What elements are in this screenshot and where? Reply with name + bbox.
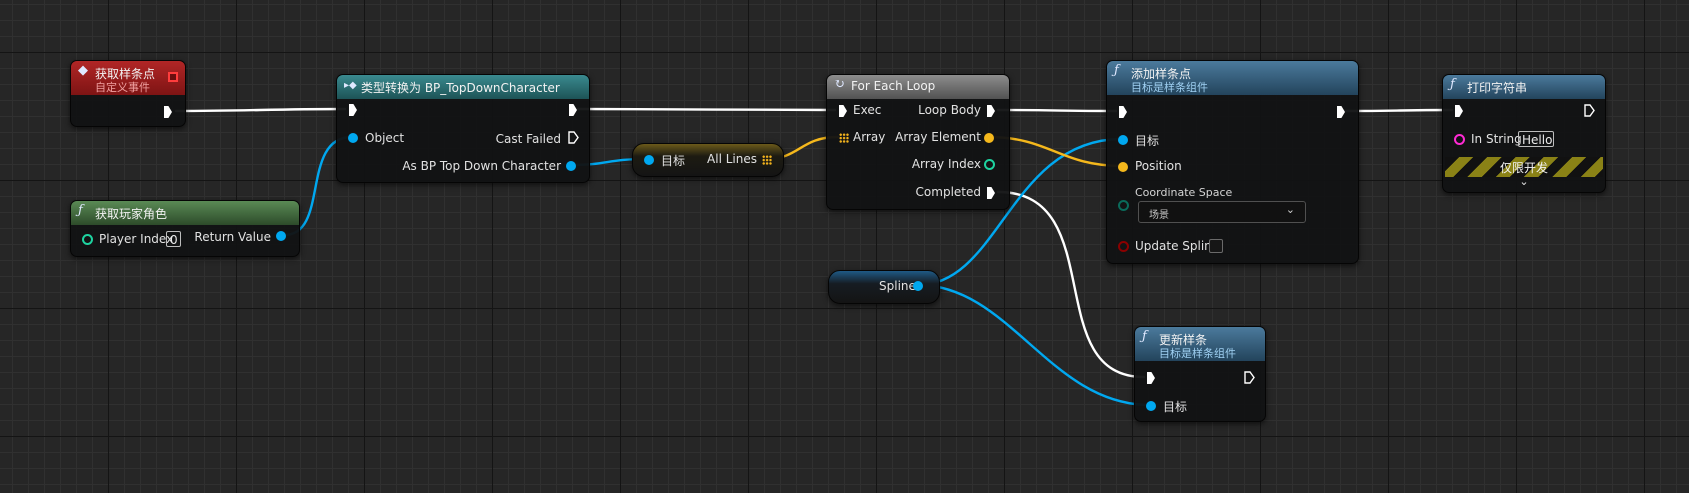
delegate-pin[interactable] [168, 72, 178, 82]
function-icon: ƒ [1114, 63, 1119, 78]
pin-label: Return Value [194, 230, 271, 244]
pin-label: Position [1135, 159, 1182, 173]
loop-body-pin[interactable] [987, 105, 995, 117]
return-value-pin[interactable] [276, 231, 286, 241]
cast-failed-pin[interactable] [568, 131, 579, 144]
player-index-pin[interactable] [82, 234, 93, 245]
exec-in-pin[interactable] [1119, 106, 1127, 118]
for-each-loop-node[interactable]: ↻ For Each Loop Exec Loop Body Array Arr… [826, 74, 1010, 210]
all-lines-getter-node[interactable]: 目标 All Lines [632, 143, 784, 177]
update-spline-pin[interactable] [1118, 241, 1129, 252]
development-only-banner: 仅限开发 [1445, 157, 1603, 177]
print-string-node[interactable]: ƒ 打印字符串 In String Hello 仅限开发 ⌄ [1442, 74, 1606, 193]
get-player-character-node[interactable]: ƒ 获取玩家角色 Player Index 0 Return Value [70, 200, 300, 257]
in-string-input[interactable]: Hello [1518, 131, 1554, 147]
exec-wire [996, 108, 1118, 113]
development-only-label: 仅限开发 [1499, 161, 1548, 175]
node-subtitle: 目标是样条组件 [1131, 81, 1208, 94]
node-subtitle: 目标是样条组件 [1159, 347, 1236, 360]
pin-label: In String [1471, 132, 1522, 146]
completed-pin[interactable] [987, 187, 995, 199]
node-subtitle: 自定义事件 [95, 81, 150, 94]
cast-icon: ▸◆ [344, 80, 357, 91]
exec-out-pin[interactable] [1244, 371, 1255, 384]
node-header[interactable]: ƒ 获取玩家角色 [71, 201, 299, 225]
in-string-pin[interactable] [1454, 134, 1465, 145]
pin-label: Update Spline [1135, 239, 1220, 253]
node-title: 类型转换为 BP_TopDownCharacter [361, 81, 560, 95]
exec-wire [576, 107, 837, 112]
target-in-pin[interactable] [644, 155, 654, 165]
event-icon: ◆ [78, 63, 88, 78]
add-spline-point-node[interactable]: ƒ 添加样条点 目标是样条组件 目标 Position Coordinate S… [1106, 60, 1359, 264]
spline-variable-node[interactable]: Spline [828, 270, 940, 304]
node-header[interactable]: ↻ For Each Loop [827, 75, 1009, 99]
exec-wire [1343, 108, 1454, 113]
spline-out-pin[interactable] [913, 281, 923, 291]
pin-label: Array Element [895, 130, 981, 144]
node-header[interactable]: ƒ 打印字符串 [1443, 75, 1605, 99]
array-out-pin[interactable] [762, 155, 772, 165]
node-title: 获取玩家角色 [95, 207, 168, 221]
node-header[interactable]: ƒ 更新样条 目标是样条组件 [1135, 327, 1265, 361]
pin-label: 目标 [661, 154, 686, 168]
pin-label: Array Index [911, 157, 981, 171]
target-in-pin[interactable] [1146, 401, 1156, 411]
object-wire [916, 283, 1152, 407]
chevron-down-icon: ⌄ [1285, 203, 1295, 216]
object-in-pin[interactable] [348, 133, 358, 143]
node-title: 打印字符串 [1467, 81, 1528, 95]
chevron-down-icon[interactable]: ⌄ [1443, 175, 1605, 188]
node-title: For Each Loop [851, 79, 936, 93]
exec-in-pin[interactable] [1147, 372, 1155, 384]
node-header[interactable]: ƒ 添加样条点 目标是样条组件 [1107, 61, 1358, 95]
update-spline-node[interactable]: ƒ 更新样条 目标是样条组件 目标 [1134, 326, 1266, 422]
target-in-pin[interactable] [1118, 135, 1128, 145]
as-character-out-pin[interactable] [566, 161, 576, 171]
exec-out-pin[interactable] [164, 106, 172, 118]
variable-label: Spline [879, 279, 916, 293]
array-element-pin[interactable] [984, 133, 994, 143]
pin-label: Array [853, 130, 886, 144]
array-in-pin[interactable] [839, 133, 849, 143]
pin-label: Loop Body [918, 103, 981, 117]
node-header[interactable]: ◆ 获取样条点 自定义事件 [71, 61, 185, 95]
cast-node[interactable]: ▸◆ 类型转换为 BP_TopDownCharacter Object Cast… [336, 74, 590, 183]
player-index-input[interactable]: 0 [166, 231, 181, 247]
dropdown-value: 场景 [1149, 210, 1169, 221]
exec-in-pin[interactable] [349, 104, 357, 116]
pin-label: As BP Top Down Character [402, 159, 561, 173]
exec-out-pin[interactable] [1337, 106, 1345, 118]
update-spline-checkbox[interactable] [1209, 239, 1223, 253]
function-icon: ƒ [1450, 77, 1455, 92]
pin-label: Cast Failed [495, 132, 561, 146]
pin-label: Exec [853, 103, 882, 117]
exec-wire [174, 107, 347, 113]
exec-out-pin[interactable] [1584, 104, 1595, 117]
pin-label: Completed [915, 185, 981, 199]
loop-icon: ↻ [834, 77, 845, 92]
coordinate-space-dropdown[interactable]: 场景 ⌄ [1138, 201, 1306, 223]
exec-in-pin[interactable] [1455, 105, 1463, 117]
function-icon: ƒ [1142, 329, 1147, 344]
array-index-pin[interactable] [984, 159, 995, 170]
node-header[interactable]: ▸◆ 类型转换为 BP_TopDownCharacter [337, 75, 589, 99]
exec-out-pin[interactable] [569, 104, 577, 116]
function-icon: ƒ [78, 203, 83, 218]
exec-in-pin[interactable] [839, 105, 847, 117]
pin-label: All Lines [707, 152, 757, 166]
position-in-pin[interactable] [1118, 162, 1128, 172]
custom-event-node[interactable]: ◆ 获取样条点 自定义事件 [70, 60, 186, 127]
pin-label: Coordinate Space [1135, 186, 1233, 199]
coordinate-space-pin[interactable] [1118, 200, 1129, 211]
pin-label: 目标 [1163, 400, 1188, 414]
pin-label: Player Index [99, 232, 174, 246]
pin-label: 目标 [1135, 134, 1160, 148]
pin-label: Object [365, 131, 405, 145]
